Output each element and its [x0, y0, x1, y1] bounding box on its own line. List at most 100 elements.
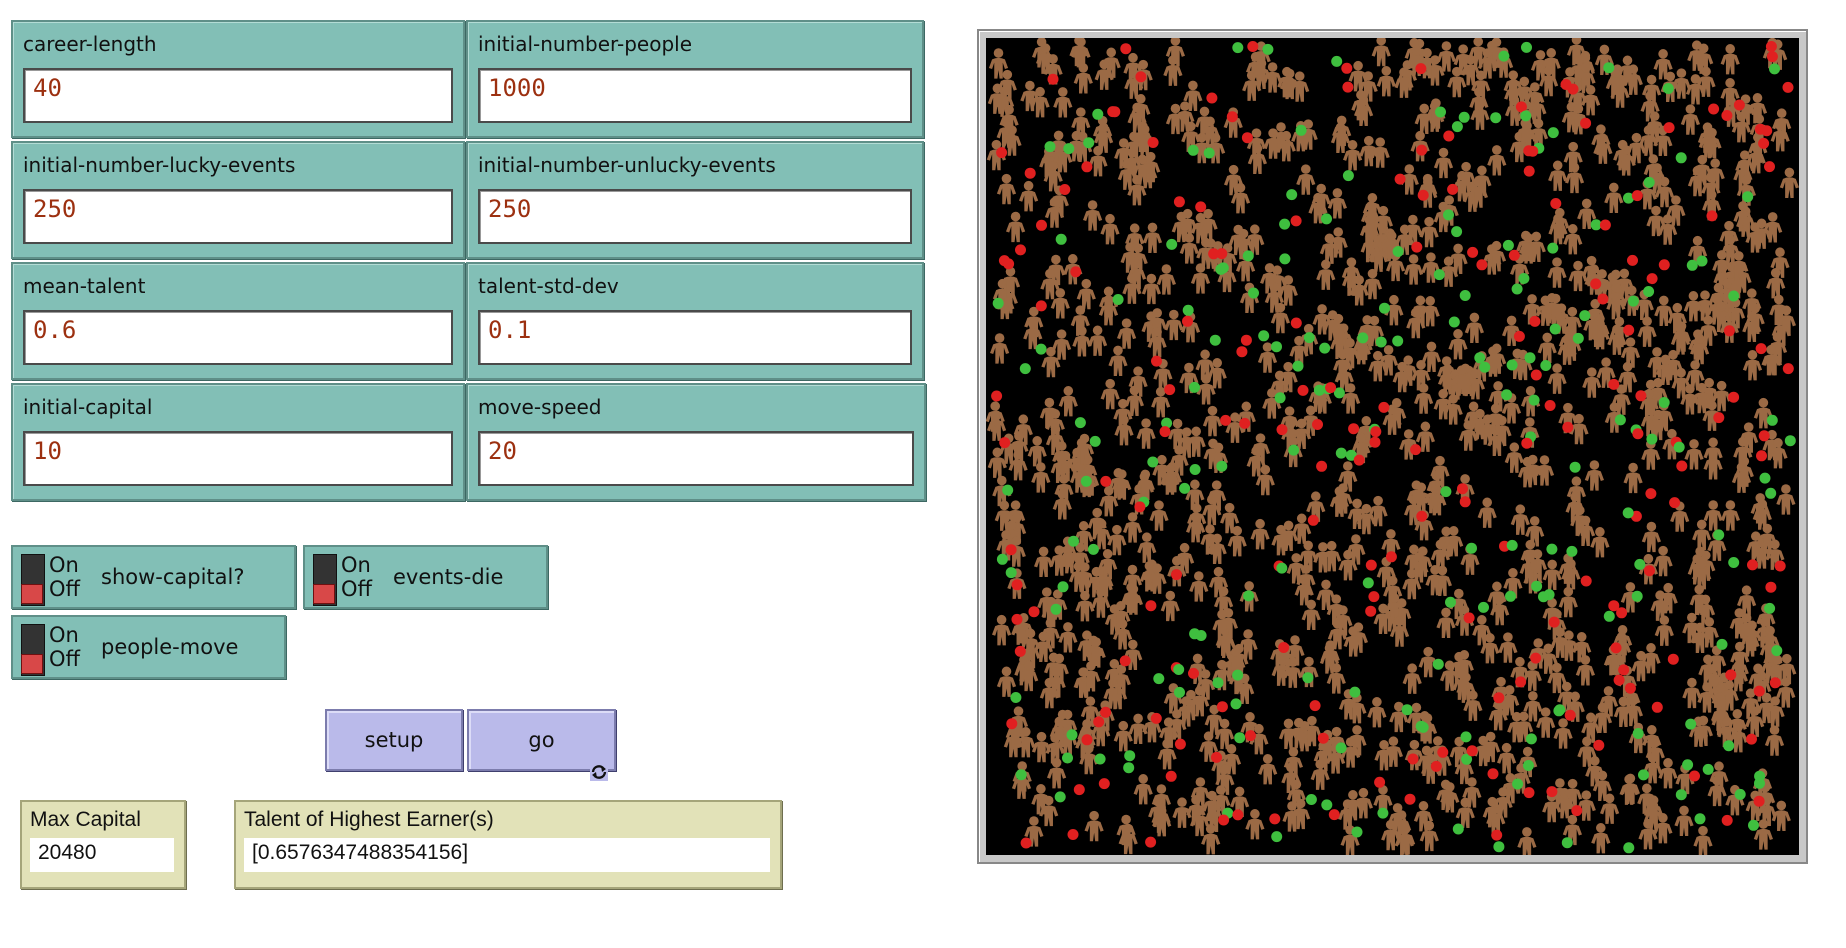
switch-show-capital[interactable]: On Off show-capital? [11, 545, 296, 609]
career-length-field[interactable]: 40 [23, 68, 453, 123]
unlucky-event [1059, 184, 1071, 195]
switch-label: events-die [393, 565, 504, 589]
lucky-event [1375, 336, 1387, 348]
unlucky-event [1047, 73, 1059, 85]
unlucky-event [1616, 607, 1628, 619]
switch-people-move[interactable]: On Off people-move [11, 615, 286, 679]
unlucky-event [996, 147, 1008, 159]
talent-std-dev-field[interactable]: 0.1 [478, 310, 912, 365]
unlucky-event [1667, 653, 1679, 665]
unlucky-event [1721, 814, 1733, 826]
unlucky-event [1134, 501, 1146, 513]
lucky-event [1521, 41, 1532, 53]
lucky-event [1458, 111, 1470, 123]
lucky-event [1784, 435, 1796, 447]
switch-knob[interactable] [21, 654, 43, 674]
input-initial-number-lucky-events: initial-number-lucky-events 250 [11, 141, 465, 259]
initial-number-unlucky-events-field[interactable]: 250 [478, 189, 912, 244]
lucky-event [1554, 704, 1566, 716]
lucky-event [1759, 472, 1771, 484]
lucky-event [1638, 769, 1649, 781]
lucky-event [1603, 62, 1615, 74]
unlucky-event [1769, 677, 1781, 689]
unlucky-event [1521, 437, 1533, 449]
lucky-event [1512, 778, 1524, 790]
lucky-event [1433, 269, 1445, 281]
lucky-event [1524, 352, 1536, 364]
go-button-label: go [528, 728, 555, 752]
unlucky-event [1753, 685, 1765, 697]
go-button[interactable]: go [467, 709, 616, 781]
unlucky-event [1562, 421, 1574, 433]
initial-capital-field[interactable]: 10 [23, 431, 453, 486]
lucky-event [1080, 475, 1092, 487]
unlucky-event [1646, 273, 1658, 285]
unlucky-event [1297, 384, 1309, 396]
unlucky-event [1766, 51, 1778, 63]
unlucky-event [1658, 259, 1670, 271]
input-talent-std-dev: talent-std-dev 0.1 [466, 262, 924, 380]
lucky-event [1713, 529, 1725, 541]
lucky-event [1055, 233, 1067, 245]
unlucky-event [1195, 201, 1207, 213]
lucky-event [1232, 669, 1244, 681]
unlucky-event [1232, 809, 1244, 821]
unlucky-event [1378, 401, 1390, 413]
unlucky-event [1385, 551, 1397, 563]
lucky-event [1643, 286, 1655, 297]
lucky-event [1321, 799, 1333, 811]
lucky-event [1123, 762, 1135, 774]
unlucky-event [1765, 41, 1777, 52]
unlucky-event [1774, 560, 1786, 572]
input-label: initial-number-lucky-events [23, 153, 296, 177]
mean-talent-field[interactable]: 0.6 [23, 310, 453, 365]
lucky-event [1523, 760, 1534, 771]
input-label: career-length [23, 32, 157, 56]
lucky-event [1050, 603, 1062, 615]
lucky-event [1662, 83, 1674, 94]
setup-button[interactable]: setup [325, 709, 463, 771]
unlucky-event [1493, 692, 1505, 704]
lucky-event [1501, 389, 1513, 401]
lucky-event [1063, 143, 1075, 155]
initial-number-lucky-events-field[interactable]: 250 [23, 189, 453, 244]
lucky-event [1445, 596, 1456, 608]
unlucky-event [1100, 706, 1112, 718]
lucky-event [1305, 794, 1317, 805]
lucky-event [1066, 729, 1078, 741]
unlucky-event [1487, 768, 1499, 780]
lucky-event [1643, 176, 1655, 188]
unlucky-event [1404, 793, 1416, 805]
lucky-event [1435, 106, 1446, 118]
unlucky-event [1014, 645, 1026, 657]
lucky-event [1716, 638, 1728, 650]
initial-number-people-field[interactable]: 1000 [478, 68, 912, 123]
switch-knob[interactable] [21, 584, 43, 604]
unlucky-event [1728, 391, 1740, 403]
lucky-event [1313, 384, 1325, 396]
unlucky-event [1278, 642, 1290, 653]
switch-knob[interactable] [313, 584, 335, 604]
unlucky-event [1290, 215, 1302, 227]
unlucky-event [1708, 103, 1720, 115]
monitor-label: Max Capital [30, 808, 141, 831]
switch-on-label: On [49, 553, 79, 577]
lucky-event [1506, 539, 1518, 551]
lucky-event [1174, 686, 1185, 698]
move-speed-field[interactable]: 20 [478, 431, 914, 486]
switch-events-die[interactable]: On Off events-die [303, 545, 548, 609]
input-label: initial-number-unlucky-events [478, 153, 776, 177]
unlucky-event [1312, 419, 1323, 430]
lucky-event [1569, 461, 1581, 473]
unlucky-event [1024, 167, 1036, 179]
world-canvas[interactable] [986, 38, 1799, 855]
monitor-label: Talent of Highest Earner(s) [244, 808, 494, 831]
unlucky-event [1342, 81, 1354, 93]
lucky-event [1538, 591, 1549, 603]
world-view[interactable] [977, 29, 1808, 864]
unlucky-event [1165, 770, 1177, 782]
lucky-event [1742, 191, 1754, 203]
unlucky-event [1756, 450, 1767, 462]
lucky-event [1460, 731, 1472, 743]
unlucky-event [1407, 753, 1419, 765]
